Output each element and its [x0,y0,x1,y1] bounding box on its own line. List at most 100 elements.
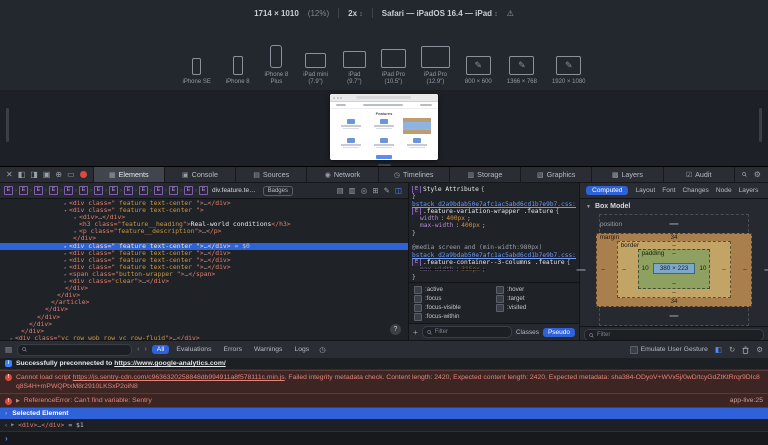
tab-font[interactable]: Font [662,187,675,194]
dom-tree-row[interactable]: ▸<p class="feature__description">…</p> [0,228,408,235]
element-crumb-icon[interactable]: E [199,186,208,195]
dom-tree-row[interactable]: ▸<div class="clear">…</div> [0,278,408,285]
dock-bottom-icon[interactable]: ◨ [30,170,38,179]
dom-tree-row[interactable]: ▸<div class="vc_row wpb_row vc_row-fluid… [0,335,408,340]
console-selected-element-row[interactable]: › Selected Element [0,408,768,419]
console-scope-all[interactable]: All [152,345,170,354]
checkbox[interactable] [496,295,504,303]
element-crumb-icon[interactable]: E [64,186,73,195]
dom-tree-row[interactable]: </div> [0,306,408,313]
style-source-link[interactable]: bstack_d2a9bdab50e7afc1ac5abd6cd1b7e9b7.… [412,252,576,259]
pseudo-checkbox-focus[interactable]: :focus [414,294,492,303]
device-preset-ipad[interactable]: iPad(9.7") [343,51,366,86]
console-scope-icon[interactable]: ▤ [5,345,12,354]
left-scroll-indicator[interactable] [6,108,9,142]
previous-result-icon[interactable]: ‹ [137,346,139,353]
style-rule-line[interactable]: EStyle Attribute { [412,186,576,193]
disclosure-triangle-icon[interactable]: ▾ [62,208,69,215]
style-rule-line[interactable]: max-width: 315px; [412,266,576,273]
style-rule-line[interactable]: E.feature-container--3-columns .feature … [412,259,576,266]
classes-toggle[interactable]: Classes [516,329,539,336]
tab-audit[interactable]: ☑Audit [663,167,734,182]
style-rule-line[interactable]: width: 400px; [412,215,576,222]
console-settings-icon[interactable]: ⚙ [756,345,763,354]
settings-gear-icon[interactable]: ⚙ [754,170,761,179]
error-source-link[interactable]: app-live:25 [730,397,763,404]
edit-html-icon[interactable]: ✎ [384,186,390,195]
device-settings-icon[interactable]: ▭ [67,170,75,179]
pseudo-checkbox-active[interactable]: :active [414,285,492,294]
reload-icon[interactable]: ↻ [729,345,735,354]
grid-overlay-icon[interactable]: ⊞ [372,186,378,195]
element-crumb-icon[interactable]: E [34,186,43,195]
breadcrumb-current[interactable]: div.feature.te… [212,187,256,194]
device-preset-ipad-pro[interactable]: iPad Pro(10.5") [381,49,406,86]
tab-changes[interactable]: Changes [682,187,708,194]
checkbox[interactable] [414,286,422,294]
preserve-log-clock-icon[interactable]: ◷ [319,345,326,354]
expand-triangle-icon[interactable]: ▶ [11,422,14,428]
badges-filter[interactable]: Badges [263,186,293,196]
tab-graphics[interactable]: ▧Graphics [520,167,591,182]
inspect-element-icon[interactable]: ⊕ [55,170,62,179]
console-result-row[interactable]: ‹ ▶ <div>…</div> = $1 [0,419,768,432]
style-rule-line[interactable]: } [412,274,576,281]
element-crumb-icon[interactable]: E [4,186,13,195]
tab-network[interactable]: ◉Network [306,167,377,182]
style-source-link[interactable]: bstack_d2a9bdab50e7afc1ac5abd6cd1b7e9b7.… [412,201,576,208]
pseudo-checkbox-hover[interactable]: :hover [496,285,574,294]
print-styles-icon[interactable]: ▥ [349,186,356,195]
pseudo-checkbox-focus-visible[interactable]: :focus-visible [414,303,492,312]
console-error-message[interactable]: ! Cannot load script https://js.sentry-c… [0,370,768,393]
style-rule-line[interactable]: E.feature-variation-wrapper .feature { [412,208,576,215]
box-model-header[interactable]: ▼ Box Model [580,199,768,212]
console-prompt[interactable]: › [0,432,768,445]
style-rule-line[interactable]: } [412,193,576,200]
close-icon[interactable]: ✕ [6,170,13,179]
box-model-content[interactable]: 380 × 223 [653,263,696,274]
console-reference-error[interactable]: ! ▶ ReferenceError: Can't find variable:… [0,393,768,408]
console-scope-logs[interactable]: Logs [289,345,314,354]
tab-elements[interactable]: ▦Elements [93,167,164,182]
device-preset-ipad-mini[interactable]: iPad mini(7.9") [303,53,328,86]
style-rule-line[interactable]: @media screen and (min-width:980px) [412,244,576,251]
console-scope-errors[interactable]: Errors [218,345,247,354]
device-preset-1920-1080[interactable]: ✎1920 × 1080 [552,56,586,86]
console-info-message[interactable]: i Successfully preconnected to https://w… [0,358,768,370]
style-filter-input[interactable]: Filter [422,326,512,338]
right-scroll-indicator[interactable] [759,108,762,142]
detach-window-icon[interactable]: ▣ [43,170,51,179]
element-crumb-icon[interactable]: E [154,186,163,195]
trash-icon[interactable] [742,346,749,354]
dom-tree-row[interactable]: ▸<span class="button-wrapper ">…</span> [0,271,408,278]
pseudo-toggle[interactable]: Pseudo [543,328,575,337]
tab-timelines[interactable]: ◷Timelines [378,167,449,182]
element-crumb-icon[interactable]: E [94,186,103,195]
tab-layers[interactable]: ▩Layers [591,167,662,182]
element-crumb-icon[interactable]: E [19,186,28,195]
tab-node[interactable]: Node [716,187,732,194]
dom-tree-row[interactable]: ▾<div class=" feature text-center "> [0,207,408,214]
element-crumb-icon[interactable]: E [49,186,58,195]
element-crumb-icon[interactable]: E [124,186,133,195]
checkbox[interactable] [414,313,422,321]
tab-sources[interactable]: ▤Sources [235,167,306,182]
emulate-user-gesture-checkbox[interactable]: Emulate User Gesture [630,346,708,354]
search-icon[interactable] [742,172,747,177]
box-model-margin[interactable]: margin34 – border– – padding– [596,233,753,307]
element-crumb-icon[interactable]: E [184,186,193,195]
console-scope-warnings[interactable]: Warnings [249,345,287,354]
checkbox[interactable] [496,286,504,294]
device-preset-800-600[interactable]: ✎800 × 600 [465,56,492,86]
help-button[interactable]: ? [390,324,401,335]
style-rule-line[interactable]: } [412,230,576,237]
device-preset-iphone-se[interactable]: iPhone SE [182,58,210,86]
device-preset-1366-768[interactable]: ✎1366 × 768 [507,56,537,86]
user-agent-select[interactable]: Safari — iPadOS 16.4 — iPad ↕ [382,9,498,18]
dock-side-icon[interactable]: ◧ [18,170,26,179]
style-rule-line[interactable] [412,237,576,244]
dom-tree-row[interactable]: </div> [0,314,408,321]
pseudo-checkbox-focus-within[interactable]: :focus-within [414,312,492,321]
device-preset-iphone-8[interactable]: iPhone 8Plus [265,45,289,86]
pseudo-checkbox-target[interactable]: :target [496,294,574,303]
